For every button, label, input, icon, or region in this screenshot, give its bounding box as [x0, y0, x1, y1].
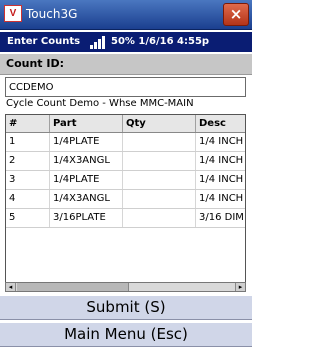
scroll-right-arrow-icon[interactable]: ▸ [235, 283, 245, 291]
cell-num: 2 [6, 152, 50, 170]
scroll-thumb[interactable] [17, 283, 129, 291]
scroll-left-arrow-icon[interactable]: ◂ [6, 283, 16, 291]
cell-part: 3/16PLATE [50, 209, 123, 227]
table-row[interactable]: 3 1/4PLATE 1/4 INCH [6, 171, 245, 190]
status-text: Enter Counts [7, 36, 81, 47]
col-header-qty[interactable]: Qty [123, 115, 196, 132]
signal-bars-icon [90, 36, 105, 49]
cell-part: 1/4PLATE [50, 171, 123, 189]
table-row[interactable]: 2 1/4X3ANGL 1/4 INCH [6, 152, 245, 171]
cell-desc: 3/16 DIM [196, 209, 245, 227]
cell-desc: 1/4 INCH [196, 133, 245, 151]
cell-num: 1 [6, 133, 50, 151]
cell-desc: 1/4 INCH [196, 171, 245, 189]
cell-qty[interactable] [123, 133, 196, 151]
cell-num: 5 [6, 209, 50, 227]
count-id-input[interactable]: CCDEMO [5, 77, 246, 97]
cell-qty[interactable] [123, 190, 196, 208]
cell-part: 1/4X3ANGL [50, 190, 123, 208]
col-header-num[interactable]: # [6, 115, 50, 132]
cell-part: 1/4PLATE [50, 133, 123, 151]
app-title: Touch3G [26, 7, 78, 21]
status-time: 4:55p [177, 36, 210, 47]
cell-qty[interactable] [123, 209, 196, 227]
cell-num: 3 [6, 171, 50, 189]
col-header-part[interactable]: Part [50, 115, 123, 132]
count-grid[interactable]: # Part Qty Desc 1 1/4PLATE 1/4 INCH 2 1/… [5, 114, 246, 292]
status-bar: Enter Counts 50% 1/6/16 4:55p [0, 32, 252, 52]
main-menu-button[interactable]: Main Menu (Esc) [0, 322, 252, 347]
col-header-desc[interactable]: Desc [196, 115, 245, 132]
horizontal-scrollbar[interactable]: ◂ ▸ [5, 282, 246, 292]
count-subtitle: Cycle Count Demo - Whse MMC-MAIN [6, 98, 194, 109]
count-id-label-bar: Count ID: [0, 54, 252, 75]
status-right: 50% 1/6/16 4:55p [111, 36, 209, 47]
table-row[interactable]: 5 3/16PLATE 3/16 DIM [6, 209, 245, 228]
cell-qty[interactable] [123, 152, 196, 170]
cell-qty[interactable] [123, 171, 196, 189]
table-row[interactable]: 1 1/4PLATE 1/4 INCH [6, 133, 245, 152]
cell-num: 4 [6, 190, 50, 208]
cell-part: 1/4X3ANGL [50, 152, 123, 170]
battery-level: 50% [111, 36, 135, 47]
count-id-label: Count ID: [6, 57, 65, 70]
submit-button[interactable]: Submit (S) [0, 295, 252, 320]
title-bar: V Touch3G × [0, 0, 252, 30]
cell-desc: 1/4 INCH [196, 190, 245, 208]
status-date: 1/6/16 [138, 36, 174, 47]
close-button[interactable]: × [223, 3, 249, 26]
grid-header: # Part Qty Desc [6, 115, 245, 133]
app-logo-icon: V [4, 5, 22, 22]
cell-desc: 1/4 INCH [196, 152, 245, 170]
table-row[interactable]: 4 1/4X3ANGL 1/4 INCH [6, 190, 245, 209]
